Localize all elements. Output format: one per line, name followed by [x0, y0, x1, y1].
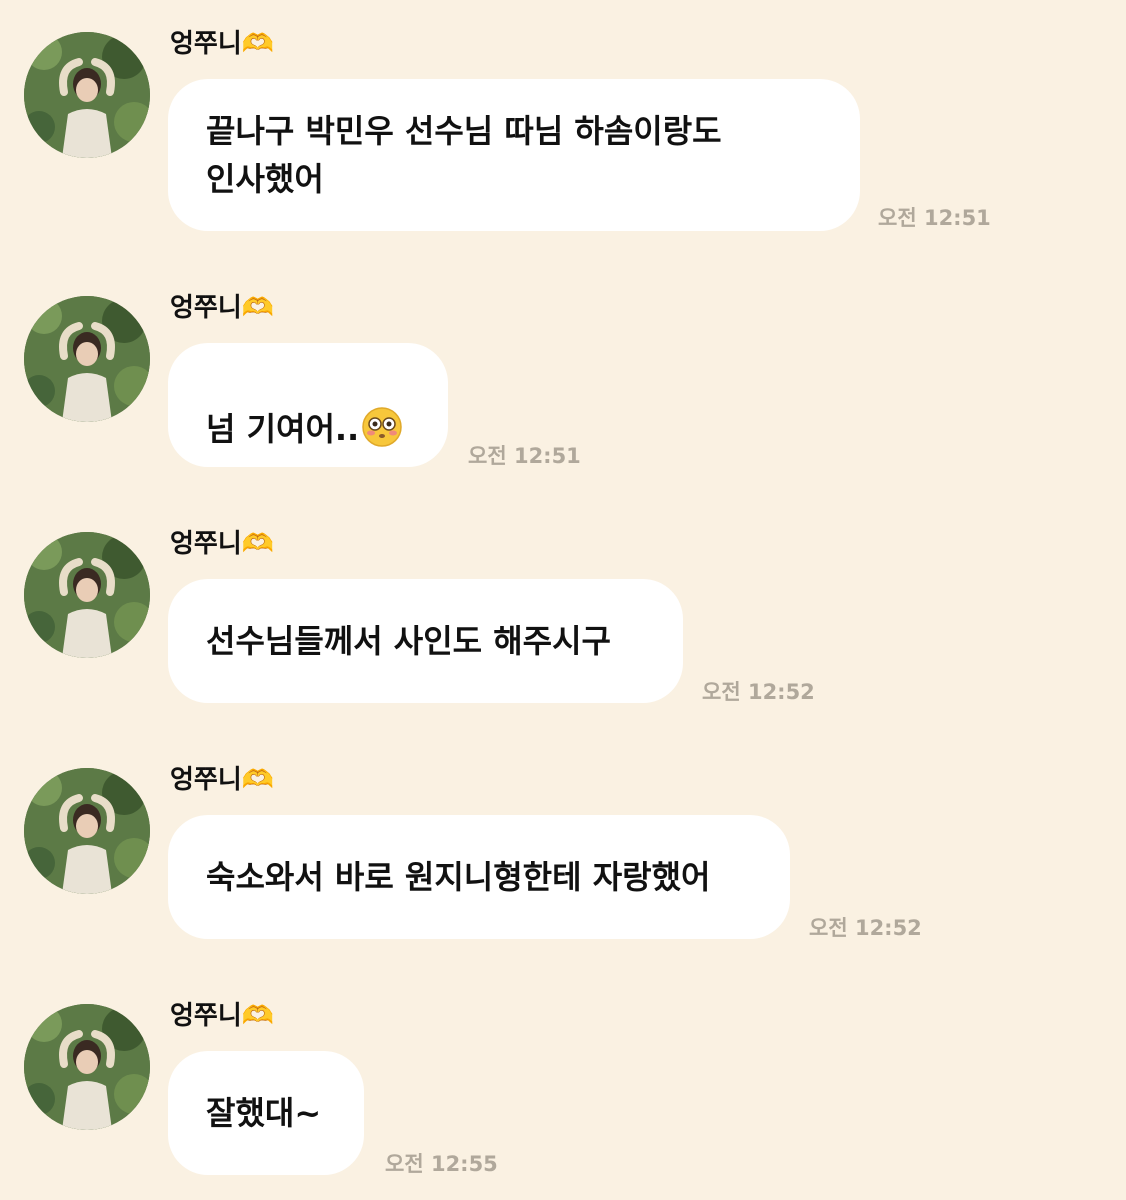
message-timestamp: 오전 12:51 — [878, 206, 991, 230]
sender-name: 엉쭈니🫶 — [170, 1001, 275, 1031]
avatar[interactable] — [24, 768, 150, 894]
flushed-face-emoji-icon — [362, 407, 402, 447]
sender-name: 엉쭈니🫶 — [170, 293, 275, 323]
message-bubble[interactable]: 잘했대~ — [168, 1051, 364, 1175]
message-timestamp: 오전 12:52 — [702, 680, 815, 704]
message-text: 넘 기여어.. — [206, 357, 403, 453]
sender-name: 엉쭈니🫶 — [170, 529, 275, 559]
message-bubble[interactable]: 선수님들께서 사인도 해주시구 — [168, 579, 683, 703]
message-bubble[interactable]: 넘 기여어.. — [168, 343, 448, 467]
message-timestamp: 오전 12:52 — [809, 916, 922, 940]
message-bubble[interactable]: 숙소와서 바로 원지니형한테 자랑했어 — [168, 815, 790, 939]
message-bubble[interactable]: 끝나구 박민우 선수님 따님 하솜이랑도 인사했어 — [168, 79, 860, 231]
message-text: 숙소와서 바로 원지니형한테 자랑했어 — [206, 858, 711, 896]
sender-name: 엉쭈니🫶 — [170, 765, 275, 795]
message-timestamp: 오전 12:55 — [385, 1152, 498, 1176]
avatar[interactable] — [24, 532, 150, 658]
avatar[interactable] — [24, 32, 150, 158]
message-text: 선수님들께서 사인도 해주시구 — [206, 622, 612, 660]
message-text: 끝나구 박민우 선수님 따님 하솜이랑도 인사했어 — [206, 112, 722, 198]
avatar[interactable] — [24, 1004, 150, 1130]
message-text: 잘했대~ — [206, 1094, 322, 1132]
message-text-content: 넘 기여어.. — [206, 410, 360, 448]
avatar[interactable] — [24, 296, 150, 422]
sender-name: 엉쭈니🫶 — [170, 29, 275, 59]
message-timestamp: 오전 12:51 — [468, 444, 581, 468]
